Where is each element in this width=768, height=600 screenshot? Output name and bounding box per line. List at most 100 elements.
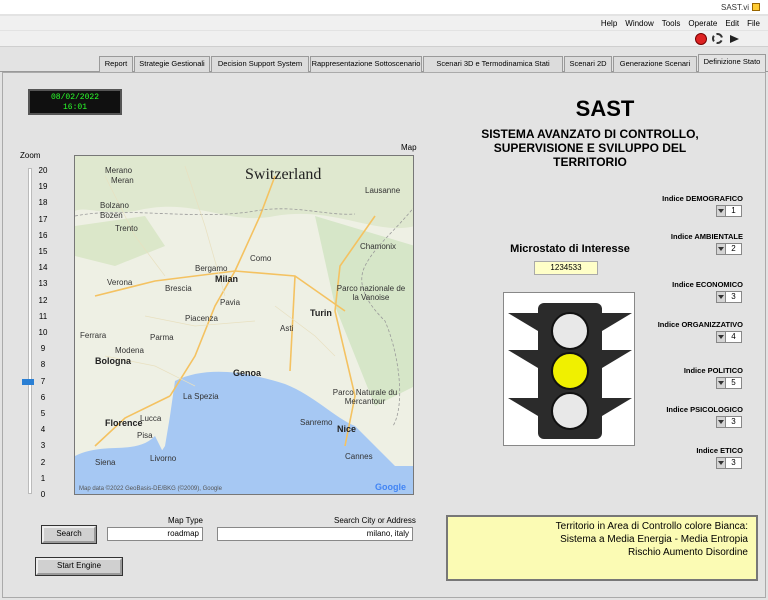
map-city: Livorno <box>150 454 177 463</box>
map-city: Meran <box>111 176 134 185</box>
map-view[interactable]: Switzerland Lausanne Merano Meran Bolzan… <box>74 155 414 495</box>
traffic-light-lamp <box>551 312 589 350</box>
status-line: Territorio in Area di Controllo colore B… <box>555 521 748 532</box>
menu-edit[interactable]: Edit <box>721 19 743 28</box>
zoom-tick-label: 20 <box>38 166 48 175</box>
dropdown-arrow-icon[interactable] <box>717 206 726 216</box>
microstato-value: 1234533 <box>534 261 598 275</box>
address-input[interactable]: milano, italy <box>217 527 413 541</box>
dropdown-arrow-icon[interactable] <box>717 244 726 254</box>
map-city: Chamonix <box>360 242 397 251</box>
run-continuously-icon[interactable] <box>712 33 723 44</box>
map-city-major: Nice <box>337 424 357 434</box>
index-label-demografico: Indice DEMOGRAFICO <box>662 194 743 203</box>
zoom-slider-track[interactable] <box>28 168 32 494</box>
zoom-slider-thumb[interactable] <box>22 378 34 385</box>
zoom-tick-label: 11 <box>38 311 48 321</box>
tab-strategie-gestionali[interactable]: Strategie Gestionali <box>134 56 210 72</box>
zoom-tick-label: 6 <box>40 392 46 402</box>
menu-help[interactable]: Help <box>597 19 621 28</box>
map-country-label: Switzerland <box>245 166 322 183</box>
map-city: Como <box>250 254 272 263</box>
toolbar <box>0 31 768 47</box>
index-ring-etico[interactable]: 3 <box>716 457 742 469</box>
map-city: Pavia <box>220 298 241 307</box>
map-label: Map <box>401 143 417 152</box>
dropdown-arrow-icon[interactable] <box>717 458 726 468</box>
index-value: 2 <box>731 244 736 253</box>
traffic-light-icon <box>508 303 632 439</box>
index-label-economico: Indice ECONOMICO <box>672 280 743 289</box>
index-label-etico: Indice ETICO <box>696 446 743 455</box>
abort-execution-icon[interactable] <box>695 33 707 45</box>
index-label-organizzativo: Indice ORGANIZZATIVO <box>657 320 743 329</box>
menu-bar: Help Window Tools Operate Edit File <box>0 16 768 30</box>
map-park: Parco Naturale du Mercantour <box>332 388 398 406</box>
menu-operate[interactable]: Operate <box>684 19 721 28</box>
dropdown-arrow-icon[interactable] <box>717 417 726 427</box>
menu-tools[interactable]: Tools <box>658 19 685 28</box>
status-line: Sistema a Media Energia - Media Entropia <box>560 534 748 545</box>
map-city: Sanremo <box>300 418 333 427</box>
index-ring-psicologico[interactable]: 3 <box>716 416 742 428</box>
map-city: Piacenza <box>185 314 218 323</box>
map-attribution: Map data ©2022 GeoBasis-DE/BKG (©2009), … <box>79 486 222 492</box>
tab-report[interactable]: Report <box>99 56 133 72</box>
zoom-tick-label: 15 <box>38 247 48 256</box>
date-time-display: 08/02/2022 16:01 <box>28 89 122 115</box>
menu-window[interactable]: Window <box>621 19 657 28</box>
window-title: SAST.vi <box>720 2 749 12</box>
zoom-tick-label: 3 <box>40 441 46 451</box>
tab-scenari-3d[interactable]: Scenari 3D e Termodinamica Stati <box>423 56 563 72</box>
tab-scenari-2d[interactable]: Scenari 2D <box>564 56 612 72</box>
menu-file[interactable]: File <box>743 19 764 28</box>
map-type-label: Map Type <box>168 516 203 525</box>
index-ring-politico[interactable]: 5 <box>716 377 742 389</box>
map-city: Bozen <box>100 211 123 220</box>
run-arrow-icon[interactable] <box>728 33 740 45</box>
map-city-major: Genoa <box>233 368 262 378</box>
tab-generazione-scenari[interactable]: Generazione Scenari <box>613 56 697 72</box>
index-label-politico: Indice POLITICO <box>683 366 743 375</box>
map-type-input[interactable]: roadmap <box>107 527 203 541</box>
search-button[interactable]: Search <box>41 525 97 544</box>
date-value: 08/02/2022 <box>50 93 99 102</box>
zoom-tick-label: 5 <box>40 409 46 418</box>
zoom-tick-label: 12 <box>38 295 48 305</box>
map-city: Pisa <box>137 431 153 440</box>
map-city: Merano <box>105 166 133 175</box>
index-ring-ambientale[interactable]: 2 <box>716 243 742 255</box>
index-ring-demografico[interactable]: 1 <box>716 205 742 217</box>
map-city: Parma <box>150 333 174 342</box>
tab-rappresentazione-sottoscenario[interactable]: Rappresentazione Sottoscenario <box>310 56 422 72</box>
dropdown-arrow-icon[interactable] <box>717 332 726 342</box>
start-engine-button[interactable]: Start Engine <box>35 557 123 576</box>
zoom-tick-label: 17 <box>38 214 48 224</box>
index-ring-organizzativo[interactable]: 4 <box>716 331 742 343</box>
index-value: 3 <box>731 417 736 426</box>
map-city: Cannes <box>345 452 373 461</box>
microstato-label: Microstato di Interesse <box>510 243 630 255</box>
zoom-tick-label: 9 <box>40 344 46 354</box>
index-ring-economico[interactable]: 3 <box>716 291 742 303</box>
dropdown-arrow-icon[interactable] <box>717 378 726 388</box>
index-value: 3 <box>731 292 736 301</box>
zoom-tick-label: 1 <box>40 473 46 483</box>
traffic-light-visor <box>508 398 538 416</box>
zoom-tick-label: 16 <box>38 230 48 240</box>
index-label-psicologico: Indice PSICOLOGICO <box>666 405 743 414</box>
tab-definizione-stato[interactable]: Definizione Stato <box>698 54 766 73</box>
google-logo: Google <box>375 482 406 492</box>
map-park: Parco nazionale de la Vanoise <box>336 284 406 302</box>
map-city: Verona <box>107 278 133 287</box>
tab-decision-support-system[interactable]: Decision Support System <box>211 56 309 72</box>
zoom-tick-label: 19 <box>38 182 48 192</box>
page-subtitle: SISTEMA AVANZATO DI CONTROLLO, SUPERVISI… <box>481 127 699 169</box>
traffic-light-visor <box>602 398 632 416</box>
map-city: Lucca <box>140 414 162 423</box>
traffic-light-lamp <box>551 352 589 390</box>
traffic-light-visor <box>508 313 538 331</box>
dropdown-arrow-icon[interactable] <box>717 292 726 302</box>
zoom-tick-label: 10 <box>38 328 48 337</box>
page-title: SAST <box>575 96 635 121</box>
